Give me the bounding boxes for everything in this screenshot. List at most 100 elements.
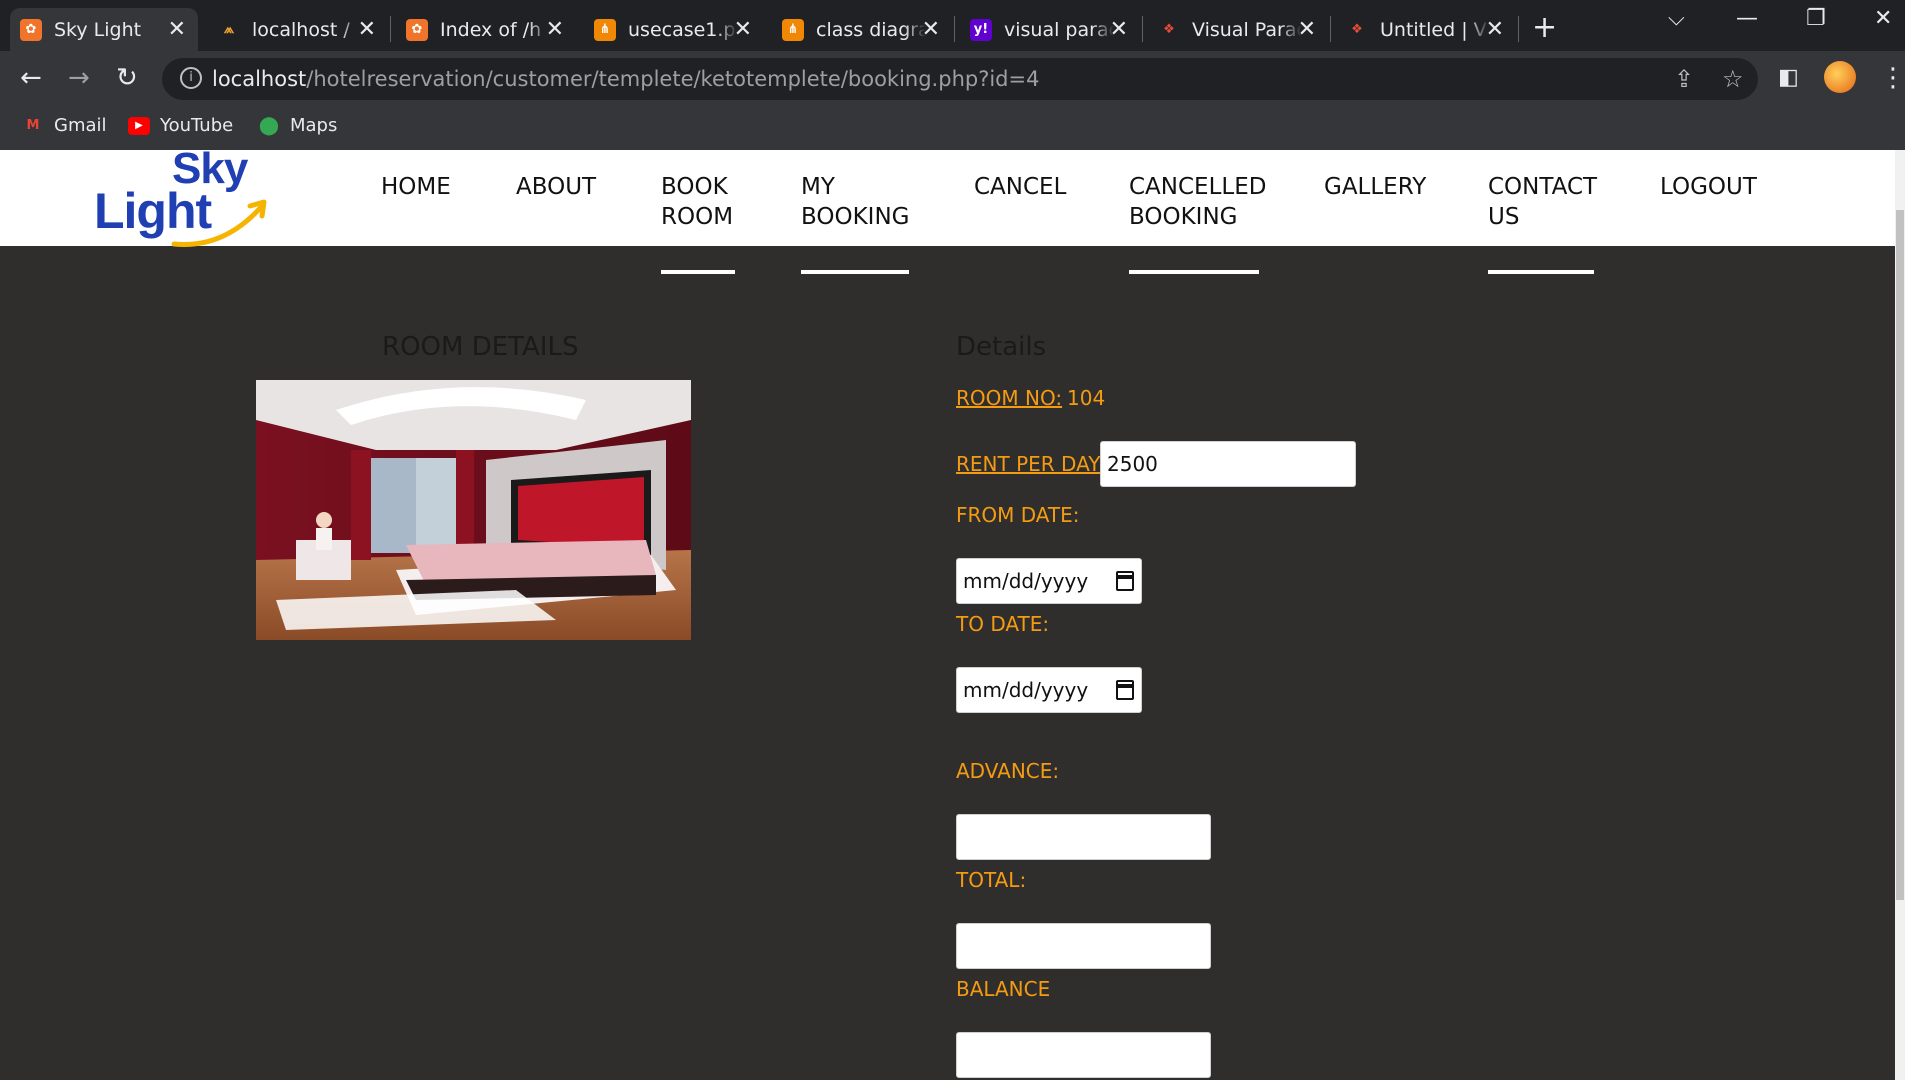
tab-label: localhost / xyxy=(252,18,350,41)
close-icon[interactable]: ✕ xyxy=(734,17,752,42)
rent-per-day-label: RENT PER DAY: xyxy=(956,452,1105,476)
tab-sky-light[interactable]: ✿ Sky Light ✕ xyxy=(10,8,198,51)
url-path: /hotelreservation/customer/templete/keto… xyxy=(306,67,1040,91)
nav-label: BOOK xyxy=(661,174,728,200)
tab-visual-paradigm[interactable]: ❖ Visual Parac ✕ xyxy=(1148,8,1328,51)
tab-index-of[interactable]: ✿ Index of /h ✕ xyxy=(396,8,576,51)
advance-label: ADVANCE: xyxy=(956,759,1060,783)
browser-tab-strip: ✿ Sky Light ✕ ⩕ localhost / ✕ ✿ Index of… xyxy=(0,0,1905,51)
nav-book-room[interactable]: BOOK ROOM xyxy=(661,172,733,232)
tab-label: Index of /h xyxy=(440,18,542,41)
restore-icon[interactable]: ❐ xyxy=(1806,6,1826,31)
tab-label: class diagra xyxy=(816,18,926,41)
tab-label: usecase1.p xyxy=(628,18,736,41)
reload-icon[interactable]: ↻ xyxy=(116,63,138,93)
details-heading: Details xyxy=(956,332,1047,362)
tab-usecase[interactable]: ⋔ usecase1.p ✕ xyxy=(584,8,764,51)
back-icon[interactable]: ← xyxy=(20,63,42,93)
balance-label: BALANCE xyxy=(956,977,1051,1001)
forward-icon[interactable]: → xyxy=(68,63,90,93)
nav-label: BOOKING xyxy=(1129,204,1238,230)
side-panel-icon[interactable]: ◧ xyxy=(1778,65,1799,90)
nav-label: ROOM xyxy=(661,204,734,230)
nav-my-booking[interactable]: MY BOOKING xyxy=(801,172,909,232)
nav-cancel[interactable]: CANCEL xyxy=(974,172,1066,202)
phpmyadmin-icon: ⩕ xyxy=(223,22,235,37)
tab-label: Sky Light xyxy=(54,18,142,41)
balance-field[interactable] xyxy=(956,1032,1211,1078)
browser-toolbar: ← → ↻ i localhost/hotelreservation/custo… xyxy=(0,51,1905,107)
tab-search-icon[interactable]: ⌵ xyxy=(1668,6,1685,31)
scrollbar-thumb[interactable] xyxy=(1896,210,1904,900)
total-field[interactable] xyxy=(956,923,1211,969)
tab-class-diagram[interactable]: ⋔ class diagra ✕ xyxy=(772,8,952,51)
calendar-icon[interactable] xyxy=(1116,571,1134,591)
room-no-label: ROOM NO: xyxy=(956,386,1063,410)
site-info-icon[interactable]: i xyxy=(180,67,202,89)
room-no-value: 104 xyxy=(1067,386,1106,410)
gmail-icon: M xyxy=(26,118,40,133)
bookmark-youtube[interactable]: ▶ YouTube xyxy=(128,115,233,136)
tab-label: Untitled | V xyxy=(1380,18,1487,41)
close-icon[interactable]: ✕ xyxy=(922,17,940,42)
bookmark-label: YouTube xyxy=(160,115,234,136)
bookmark-gmail[interactable]: M Gmail xyxy=(22,115,107,136)
from-date-input[interactable]: mm/dd/yyyy xyxy=(956,558,1142,604)
nav-underline-contact-us xyxy=(1488,270,1594,274)
nav-label: MY xyxy=(801,174,835,200)
nav-contact-us[interactable]: CONTACT US xyxy=(1488,172,1597,232)
tab-yahoo[interactable]: y! visual parac ✕ xyxy=(960,8,1140,51)
tab-untitled[interactable]: ❖ Untitled | V ✕ xyxy=(1336,8,1516,51)
menu-icon[interactable]: ⋮ xyxy=(1880,63,1905,93)
address-bar[interactable]: i localhost/hotelreservation/customer/te… xyxy=(162,58,1758,100)
draw-icon: ⋔ xyxy=(782,18,804,41)
nav-label: HOME xyxy=(381,174,451,200)
nav-about[interactable]: ABOUT xyxy=(516,172,596,202)
new-tab-icon[interactable]: + xyxy=(1532,10,1557,45)
nav-label: CANCELLED xyxy=(1129,174,1267,200)
sky-light-logo[interactable]: Sky Light xyxy=(94,150,274,248)
nav-underline-book-room xyxy=(661,270,735,274)
from-date-placeholder: mm/dd/yyyy xyxy=(963,569,1089,593)
room-photo-image xyxy=(256,380,691,640)
bookmark-label: Gmail xyxy=(54,115,107,136)
page-scrollbar[interactable] xyxy=(1895,150,1905,1080)
bookmark-star-icon[interactable]: ☆ xyxy=(1722,65,1744,93)
maps-icon: ⬤ xyxy=(258,115,280,136)
nav-gallery[interactable]: GALLERY xyxy=(1324,172,1426,202)
minimize-icon[interactable]: — xyxy=(1736,6,1758,31)
nav-label: US xyxy=(1488,204,1520,230)
close-icon[interactable]: ✕ xyxy=(1486,17,1504,42)
close-icon[interactable]: ✕ xyxy=(358,17,376,42)
tab-label: visual parac xyxy=(1004,18,1114,41)
close-icon[interactable]: ✕ xyxy=(168,17,186,42)
nav-home[interactable]: HOME xyxy=(381,172,451,202)
tab-separator xyxy=(1142,16,1143,42)
youtube-icon: ▶ xyxy=(128,116,150,135)
to-date-input[interactable]: mm/dd/yyyy xyxy=(956,667,1142,713)
window-close-icon[interactable]: ✕ xyxy=(1874,6,1892,31)
to-date-placeholder: mm/dd/yyyy xyxy=(963,678,1089,702)
bookmark-label: Maps xyxy=(290,115,338,136)
profile-avatar[interactable] xyxy=(1824,61,1856,93)
draw-icon: ⋔ xyxy=(594,18,616,41)
to-date-label: TO DATE: xyxy=(956,612,1050,636)
nav-underline-my-booking xyxy=(801,270,909,274)
close-icon[interactable]: ✕ xyxy=(1298,17,1316,42)
nav-logout[interactable]: LOGOUT xyxy=(1660,172,1757,202)
yahoo-icon: y! xyxy=(970,18,992,41)
calendar-icon[interactable] xyxy=(1116,680,1134,700)
close-icon[interactable]: ✕ xyxy=(546,17,564,42)
nav-cancelled-booking[interactable]: CANCELLED BOOKING xyxy=(1129,172,1266,232)
share-icon[interactable]: ⇪ xyxy=(1674,65,1694,93)
from-date-label: FROM DATE: xyxy=(956,503,1080,527)
bookmarks-bar: M Gmail ▶ YouTube ⬤ Maps xyxy=(0,107,1905,150)
bookmark-maps[interactable]: ⬤ Maps xyxy=(258,115,337,136)
close-icon[interactable]: ✕ xyxy=(1110,17,1128,42)
rent-per-day-field[interactable]: 2500 xyxy=(1100,441,1356,487)
advance-field[interactable] xyxy=(956,814,1211,860)
page-viewport: Sky Light HOME ABOUT BOOK ROOM MY BOOKIN… xyxy=(0,150,1905,1080)
tab-separator xyxy=(1330,16,1331,42)
tab-localhost[interactable]: ⩕ localhost / ✕ xyxy=(208,8,388,51)
url-text[interactable]: localhost/hotelreservation/customer/temp… xyxy=(212,67,1039,91)
